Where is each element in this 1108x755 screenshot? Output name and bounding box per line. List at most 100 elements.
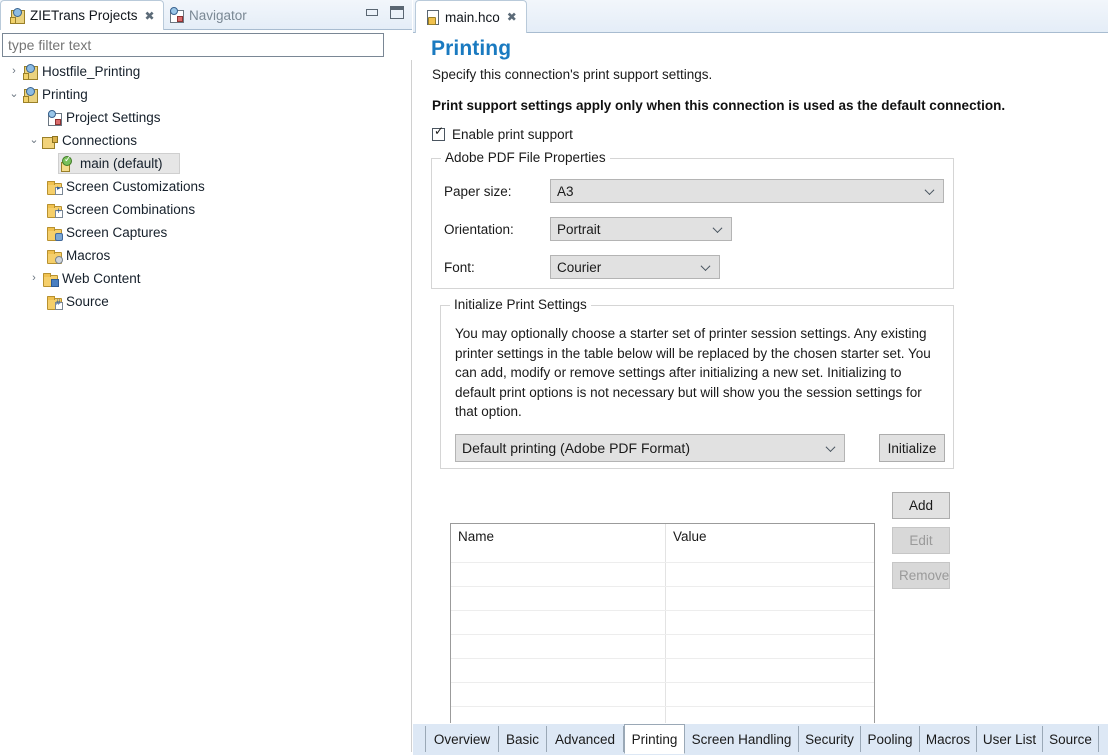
tab-source[interactable]: Source — [1043, 726, 1099, 752]
filter-input[interactable] — [2, 33, 384, 57]
tree-item-label: Web Content — [62, 271, 141, 286]
remove-button[interactable]: Remove — [892, 562, 950, 589]
tree-item-hostfile-printing[interactable]: › Hostfile_Printing — [0, 60, 411, 83]
folder-macros-icon — [46, 248, 63, 264]
table-row[interactable] — [451, 658, 874, 682]
checkbox-box[interactable] — [432, 125, 445, 141]
edit-button[interactable]: Edit — [892, 527, 950, 554]
editor-form: Printing Specify this connection's print… — [413, 33, 1108, 745]
table-row[interactable] — [451, 610, 874, 634]
print-settings-table[interactable]: Name Value — [450, 523, 875, 745]
tree-item-printing[interactable]: ⌄ Printing — [0, 83, 411, 106]
tree-item-label: Hostfile_Printing — [42, 64, 141, 79]
tab-advanced[interactable]: Advanced — [547, 726, 624, 752]
folder-source-icon — [46, 294, 63, 310]
table-row[interactable] — [451, 586, 874, 610]
tab-screen-handling[interactable]: Screen Handling — [685, 726, 799, 752]
close-icon[interactable]: ✖ — [145, 10, 155, 22]
tab-macros[interactable]: Macros — [920, 726, 977, 752]
enable-print-support-checkbox[interactable]: Enable print support — [432, 125, 573, 142]
tab-printing[interactable]: Printing — [624, 724, 685, 754]
chevron-right-icon[interactable]: › — [6, 66, 22, 77]
tree-item-label: Screen Captures — [66, 225, 168, 240]
paper-size-label: Paper size: — [444, 183, 512, 199]
navigator-icon — [168, 7, 184, 23]
tab-label: ZIETrans Projects — [30, 8, 138, 23]
group-title: Adobe PDF File Properties — [441, 150, 610, 165]
orientation-row: Orientation: Portrait — [444, 217, 732, 241]
chevron-down-icon[interactable]: ⌄ — [26, 135, 42, 146]
tab-security[interactable]: Security — [799, 726, 861, 752]
table-row[interactable] — [451, 634, 874, 658]
column-header-name[interactable]: Name — [451, 524, 665, 562]
tab-overview[interactable]: Overview — [425, 726, 499, 752]
maximize-icon[interactable] — [390, 6, 404, 19]
tab-basic[interactable]: Basic — [499, 726, 547, 752]
paper-size-select[interactable]: A3 — [550, 179, 944, 203]
project-settings-icon — [46, 109, 62, 126]
chevron-down-icon — [926, 186, 935, 195]
tab-zietrans-projects[interactable]: ZIETrans Projects ✖ — [0, 0, 164, 30]
tree-item-source[interactable]: Source — [0, 290, 411, 313]
editor-tabbar: main.hco ✖ — [413, 0, 1108, 33]
tree-item-main-default[interactable]: main (default) — [0, 152, 411, 175]
orientation-select[interactable]: Portrait — [550, 217, 732, 241]
editor-tab-label: main.hco — [445, 9, 500, 25]
column-header-value[interactable]: Value — [665, 524, 873, 562]
tree-item-screen-customizations[interactable]: Screen Customizations — [0, 175, 411, 198]
font-select[interactable]: Courier — [550, 255, 720, 279]
initialize-button[interactable]: Initialize — [879, 434, 945, 462]
tree-item-screen-combinations[interactable]: Screen Combinations — [0, 198, 411, 221]
editor-area: main.hco ✖ Printing Specify this connect… — [413, 0, 1108, 755]
group-title: Initialize Print Settings — [450, 297, 591, 312]
font-row: Font: Courier — [444, 255, 720, 279]
project-icon — [22, 63, 38, 80]
font-value: Courier — [557, 259, 602, 275]
panel-window-controls — [366, 6, 404, 19]
page-note: Print support settings apply only when t… — [432, 98, 1006, 113]
initialize-print-settings-group: Initialize Print Settings You may option… — [440, 297, 954, 469]
tree-item-label: Screen Customizations — [66, 179, 205, 194]
tab-navigator[interactable]: Navigator — [160, 0, 255, 30]
add-button[interactable]: Add — [892, 492, 950, 519]
starter-set-value: Default printing (Adobe PDF Format) — [462, 440, 690, 456]
connection-default-icon — [60, 154, 76, 172]
tree-item-label: Printing — [42, 87, 88, 102]
checkbox-label: Enable print support — [452, 127, 573, 142]
close-icon[interactable]: ✖ — [507, 11, 517, 23]
tree-item-web-content[interactable]: › Web Content — [0, 267, 411, 290]
tree-item-screen-captures[interactable]: Screen Captures — [0, 221, 411, 244]
folder-customizations-icon — [46, 179, 63, 195]
tree-item-connections[interactable]: ⌄ Connections — [0, 129, 411, 152]
tree-item-macros[interactable]: Macros — [0, 244, 411, 267]
chevron-right-icon[interactable]: › — [26, 273, 42, 284]
project-tree[interactable]: › Hostfile_Printing ⌄ Printing Project S… — [0, 60, 412, 752]
tree-item-label: Source — [66, 294, 109, 309]
connections-icon — [42, 133, 58, 149]
hco-file-icon — [425, 9, 440, 25]
application-window: ZIETrans Projects ✖ Navigator › Hostf — [0, 0, 1108, 755]
chevron-down-icon — [714, 224, 723, 233]
minimize-icon[interactable] — [366, 9, 378, 16]
left-panel-tabbar: ZIETrans Projects ✖ Navigator — [0, 0, 412, 30]
paper-size-value: A3 — [557, 183, 574, 199]
editor-page-tabs: Overview Basic Advanced Printing Screen … — [413, 723, 1108, 755]
tab-user-list[interactable]: User List — [977, 726, 1043, 752]
table-row[interactable] — [451, 562, 874, 586]
paper-size-row: Paper size: A3 — [444, 179, 944, 203]
orientation-value: Portrait — [557, 221, 601, 237]
tree-item-label: Connections — [62, 133, 138, 148]
starter-set-select[interactable]: Default printing (Adobe PDF Format) — [455, 434, 845, 462]
tree-item-label: Screen Combinations — [66, 202, 196, 217]
page-title: Printing — [431, 37, 512, 60]
table-row[interactable] — [451, 682, 874, 706]
chevron-down-icon[interactable]: ⌄ — [6, 89, 22, 100]
tree-item-label: Project Settings — [66, 110, 161, 125]
tab-main-hco[interactable]: main.hco ✖ — [415, 0, 527, 33]
adobe-pdf-properties-group: Adobe PDF File Properties Paper size: A3… — [431, 150, 954, 289]
tab-pooling[interactable]: Pooling — [861, 726, 920, 752]
chevron-down-icon — [827, 443, 836, 452]
tree-item-project-settings[interactable]: Project Settings — [0, 106, 411, 129]
project-icon — [22, 86, 38, 103]
page-subtitle: Specify this connection's print support … — [432, 67, 713, 82]
